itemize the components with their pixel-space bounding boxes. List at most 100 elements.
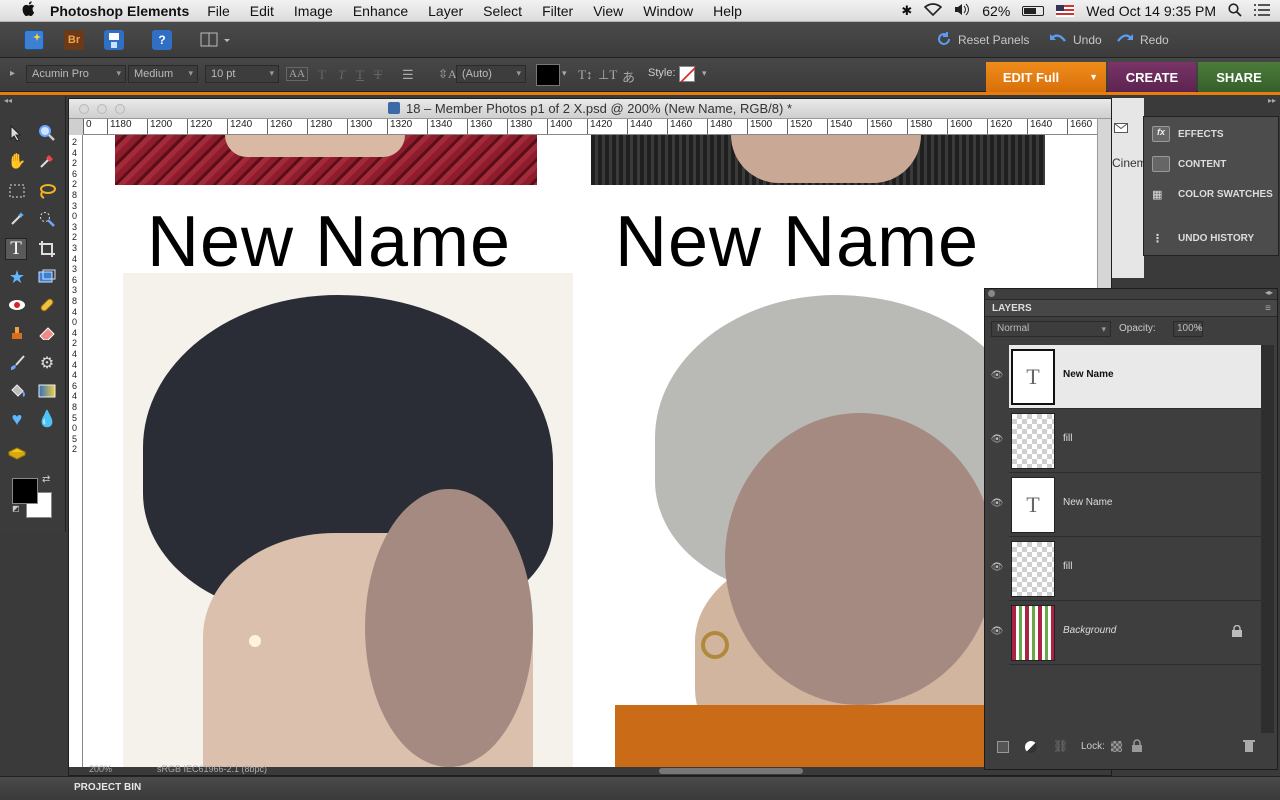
layer-name[interactable]: fill [1063, 433, 1072, 444]
default-colors-icon[interactable]: ◩ [12, 504, 20, 513]
reset-panels-button[interactable]: Reset Panels [936, 30, 1029, 50]
anti-aliasing-icon[interactable]: AA [286, 67, 308, 81]
layer-name[interactable]: New Name [1063, 497, 1112, 508]
recompose-tool-icon[interactable] [36, 266, 58, 288]
menu-enhance[interactable]: Enhance [353, 3, 408, 19]
minimize-window-button[interactable] [97, 104, 107, 114]
shape-tool-icon[interactable]: ★ [6, 266, 28, 288]
menu-edit[interactable]: Edit [250, 3, 274, 19]
menu-help[interactable]: Help [713, 3, 742, 19]
text-orientation-icon[interactable]: T↕ [578, 67, 592, 83]
gradient-tool-icon[interactable] [36, 380, 58, 402]
close-panel-button[interactable] [988, 290, 995, 297]
crop-tool-icon[interactable] [36, 238, 58, 260]
horizontal-scroll-thumb[interactable] [659, 768, 803, 774]
volume-icon[interactable] [954, 3, 970, 19]
custom-shape-heart-icon[interactable]: ♥ [6, 408, 28, 430]
document-title-bar[interactable]: 18 – Member Photos p1 of 2 X.psd @ 200% … [69, 99, 1111, 119]
eye-visibility-icon[interactable]: 👁 [991, 369, 1004, 381]
chevron-down-icon[interactable]: ▾ [562, 68, 567, 79]
chevron-down-icon[interactable]: ▾ [702, 68, 707, 79]
new-layer-icon[interactable] [997, 741, 1009, 753]
menu-view[interactable]: View [593, 3, 623, 19]
swap-colors-icon[interactable]: ⇄ [42, 474, 50, 485]
eyedropper-tool-icon[interactable] [36, 150, 58, 172]
spotlight-search-icon[interactable] [1228, 2, 1242, 20]
hand-tool-icon[interactable]: ✋ [6, 150, 28, 172]
undo-history-panel-button[interactable]: ⋮ UNDO HISTORY [1152, 225, 1276, 251]
workspace-layout-icon[interactable] [200, 30, 232, 50]
bridge-icon[interactable]: Br [64, 30, 84, 50]
layer-name[interactable]: Background [1063, 625, 1116, 636]
menu-layer[interactable]: Layer [428, 3, 463, 19]
status-zoom[interactable]: 200% [89, 764, 112, 774]
red-eye-tool-icon[interactable] [6, 294, 28, 316]
sponge-tool-icon[interactable] [6, 442, 28, 464]
undo-button[interactable]: Undo [1049, 30, 1102, 50]
eye-visibility-icon[interactable]: 👁 [991, 625, 1004, 637]
horizontal-ruler[interactable]: 0 1180 1200 1220 1240 1260 1280 1300 132… [83, 119, 1099, 135]
trash-icon[interactable] [1243, 739, 1255, 756]
type-tool-icon[interactable]: T [5, 238, 27, 260]
menu-select[interactable]: Select [483, 3, 522, 19]
smart-brush-tool-icon[interactable]: ⚙ [36, 352, 58, 374]
tab-share[interactable]: SHARE [1198, 62, 1280, 92]
menu-window[interactable]: Window [643, 3, 693, 19]
eraser-tool-icon[interactable] [36, 322, 58, 344]
zoom-window-button[interactable] [115, 104, 125, 114]
close-window-button[interactable] [79, 104, 89, 114]
lock-transparency-icon[interactable] [1111, 741, 1122, 752]
app-name-menu[interactable]: Photoshop Elements [50, 3, 189, 19]
effects-panel-button[interactable]: fx EFFECTS [1152, 121, 1276, 147]
panel-options-icon[interactable]: ≡ [1265, 300, 1271, 318]
align-text-icon[interactable]: ☰ [402, 67, 414, 83]
layer-name[interactable]: New Name [1063, 369, 1114, 380]
zoom-tool-icon[interactable] [36, 122, 58, 144]
leading-icon[interactable]: ⇳A [438, 67, 457, 82]
font-size-select[interactable]: 10 pt ▾ [205, 65, 279, 83]
layers-panel-header[interactable]: LAYERS ≡ [985, 299, 1277, 317]
layer-row[interactable]: 👁 T New Name [991, 345, 1261, 409]
adjustment-layer-icon[interactable] [1025, 741, 1037, 753]
project-bin-bar[interactable]: PROJECT BIN [0, 776, 1280, 800]
clock[interactable]: Wed Oct 14 9:35 PM [1086, 3, 1216, 19]
foreground-color-swatch[interactable] [12, 478, 38, 504]
help-icon[interactable]: ? [152, 30, 172, 50]
strikethrough-icon[interactable]: T [374, 67, 382, 83]
menu-image[interactable]: Image [294, 3, 333, 19]
faux-bold-icon[interactable]: T [318, 67, 326, 83]
layer-row[interactable]: 👁 T New Name [991, 473, 1261, 537]
quick-selection-tool-icon[interactable] [36, 208, 58, 230]
layers-scrollbar[interactable] [1261, 345, 1274, 733]
paint-bucket-tool-icon[interactable] [6, 380, 28, 402]
apple-menu-icon[interactable] [20, 1, 36, 20]
menu-filter[interactable]: Filter [542, 3, 573, 19]
layer-row[interactable]: 👁 fill [991, 537, 1261, 601]
faux-italic-icon[interactable]: T [338, 67, 345, 83]
input-source-flag-icon[interactable] [1056, 5, 1075, 17]
horizontal-scrollbar[interactable]: 200% sRGB IEC61966-2.1 (8bpc) [69, 764, 1111, 775]
chevron-down-icon[interactable]: ▾ [1197, 323, 1202, 334]
lock-all-icon[interactable] [1131, 739, 1143, 755]
collapse-toolbox-icon[interactable]: ◂◂ [4, 96, 12, 105]
magic-wand-tool-icon[interactable] [6, 208, 28, 230]
brush-tool-icon[interactable] [6, 352, 28, 374]
tab-edit-full[interactable]: EDIT Full ▼ [986, 62, 1106, 92]
leading-select[interactable]: (Auto) ▾ [456, 65, 526, 83]
clone-stamp-tool-icon[interactable] [6, 322, 28, 344]
color-swatches-panel-button[interactable]: ▦ COLOR SWATCHES [1152, 181, 1276, 207]
link-layers-icon[interactable]: ⛓ [1053, 739, 1068, 753]
blend-mode-select[interactable]: Normal ▾ [991, 321, 1111, 337]
vertical-text-icon[interactable]: ⊥T [598, 67, 617, 83]
rectangular-marquee-tool-icon[interactable] [6, 180, 28, 202]
vertical-ruler[interactable]: 242628303234363840424446485052 [69, 135, 83, 767]
battery-icon[interactable] [1022, 6, 1045, 16]
notification-center-icon[interactable] [1254, 3, 1270, 19]
redo-button[interactable]: Redo [1116, 30, 1169, 50]
bluetooth-icon[interactable]: ✱ [901, 3, 912, 19]
style-none-swatch[interactable] [679, 66, 696, 83]
eye-visibility-icon[interactable]: 👁 [991, 433, 1004, 445]
eye-visibility-icon[interactable]: 👁 [991, 497, 1004, 509]
battery-percent[interactable]: 62% [982, 3, 1010, 19]
font-style-select[interactable]: Medium ▾ [128, 65, 198, 83]
